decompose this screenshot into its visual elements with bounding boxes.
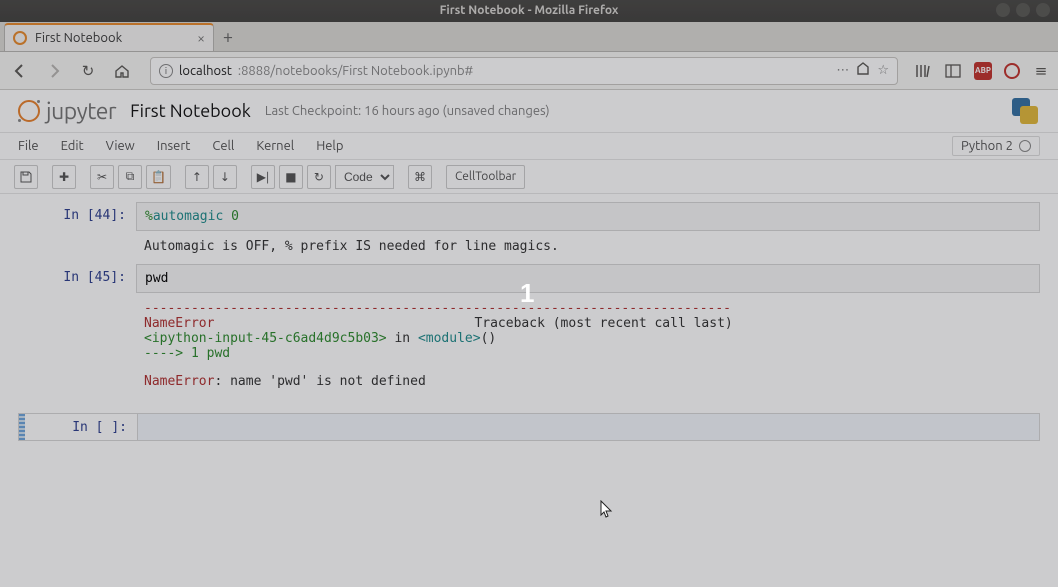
nav-home-button[interactable] <box>110 59 134 83</box>
code-input[interactable] <box>137 414 1039 440</box>
url-host: localhost <box>179 64 232 78</box>
traceback-line: <ipython-input-45-c6ad4d9c5b03> in <modu… <box>144 331 1040 346</box>
sidebar-icon[interactable] <box>944 62 962 80</box>
traceback-line: NameError: name 'pwd' is not defined <box>144 374 1040 389</box>
output-text: Automagic is OFF, % prefix IS needed for… <box>144 239 1040 254</box>
cell-type-select[interactable]: Code <box>335 165 394 189</box>
notebook-name[interactable]: First Notebook <box>130 101 251 121</box>
notebook-header: jupyter First Notebook Last Checkpoint: … <box>0 90 1058 132</box>
url-bar[interactable]: i localhost :8888/notebooks/First Noteboo… <box>150 57 898 85</box>
notebook-cells-area[interactable]: In [44]: %automagic 0 Automagic is OFF, … <box>0 194 1058 587</box>
cell-output: Automagic is OFF, % prefix IS needed for… <box>136 231 1040 260</box>
python-logo-icon <box>1010 96 1040 126</box>
notebook-toolbar: ✚ ✂ ⧉ 📋 ↑ ↓ ▶| ■ ↻ Code ⌘ CellToolbar <box>0 160 1058 194</box>
url-path: :8888/notebooks/First Notebook.ipynb# <box>238 64 473 78</box>
cell-output-error: ----------------------------------------… <box>136 293 1040 395</box>
menu-file[interactable]: File <box>18 139 39 153</box>
library-icon[interactable] <box>914 62 932 80</box>
kernel-status-icon <box>1019 140 1031 152</box>
jupyter-logo[interactable]: jupyter <box>18 99 116 124</box>
kernel-name: Python 2 <box>961 139 1013 153</box>
run-button[interactable]: ▶| <box>251 165 275 189</box>
tab-close-icon[interactable]: × <box>197 30 205 46</box>
window-title-bar: First Notebook - Mozilla Firefox <box>0 0 1058 22</box>
extension-icon[interactable] <box>1004 63 1020 79</box>
tab-title: First Notebook <box>35 31 189 45</box>
browser-tab-active[interactable]: First Notebook × <box>4 23 214 51</box>
insert-cell-button[interactable]: ✚ <box>52 165 76 189</box>
nav-forward-button[interactable] <box>42 59 66 83</box>
browser-navbar: ↻ i localhost :8888/notebooks/First Noteb… <box>0 52 1058 90</box>
jupyter-logo-text: jupyter <box>46 99 116 124</box>
traceback-line: ----> 1 pwd <box>144 346 1040 361</box>
interrupt-button[interactable]: ■ <box>279 165 303 189</box>
bookmark-star-icon[interactable]: ☆ <box>877 63 889 78</box>
page-actions-icon[interactable]: ⋯ <box>836 63 849 78</box>
code-cell[interactable]: In [44]: %automagic 0 Automagic is OFF, … <box>18 202 1040 260</box>
new-tab-button[interactable]: + <box>214 23 242 51</box>
page-content: jupyter First Notebook Last Checkpoint: … <box>0 90 1058 587</box>
cut-button[interactable]: ✂ <box>90 165 114 189</box>
checkpoint-status: Last Checkpoint: 16 hours ago (unsaved c… <box>265 104 550 118</box>
code-input[interactable]: %automagic 0 <box>136 202 1040 231</box>
menu-insert[interactable]: Insert <box>157 139 191 153</box>
window-title: First Notebook - Mozilla Firefox <box>440 4 619 17</box>
code-cell-selected[interactable]: In [ ]: <box>18 413 1040 441</box>
browser-tabstrip: First Notebook × + <box>0 22 1058 52</box>
window-minimize-button[interactable] <box>996 3 1010 17</box>
input-prompt: In [44]: <box>18 202 136 260</box>
move-down-button[interactable]: ↓ <box>213 165 237 189</box>
menu-edit[interactable]: Edit <box>61 139 84 153</box>
save-button[interactable] <box>14 165 38 189</box>
code-input[interactable]: pwd <box>136 264 1040 293</box>
code-cell[interactable]: In [45]: pwd ---------------------------… <box>18 264 1040 395</box>
site-info-icon[interactable]: i <box>159 64 173 78</box>
menu-cell[interactable]: Cell <box>212 139 234 153</box>
nav-back-button[interactable] <box>8 59 32 83</box>
move-up-button[interactable]: ↑ <box>185 165 209 189</box>
window-close-button[interactable] <box>1036 3 1050 17</box>
input-prompt: In [ ]: <box>25 414 137 440</box>
paste-button[interactable]: 📋 <box>146 165 171 189</box>
traceback-line: NameErrorTraceback (most recent call las… <box>144 316 1040 331</box>
menu-help[interactable]: Help <box>316 139 343 153</box>
reader-mode-icon[interactable] <box>855 61 871 80</box>
command-palette-button[interactable]: ⌘ <box>408 165 432 189</box>
hamburger-menu-icon[interactable]: ≡ <box>1032 62 1050 80</box>
jupyter-logo-icon <box>18 100 40 122</box>
celltoolbar-button[interactable]: CellToolbar <box>446 165 525 189</box>
adblock-icon[interactable]: ABP <box>974 62 992 80</box>
restart-button[interactable]: ↻ <box>307 165 331 189</box>
menu-kernel[interactable]: Kernel <box>256 139 294 153</box>
input-prompt: In [45]: <box>18 264 136 395</box>
notebook-menubar: File Edit View Insert Cell Kernel Help P… <box>0 132 1058 160</box>
copy-button[interactable]: ⧉ <box>118 165 142 189</box>
traceback-line: ----------------------------------------… <box>144 301 1040 316</box>
window-maximize-button[interactable] <box>1016 3 1030 17</box>
menu-view[interactable]: View <box>106 139 135 153</box>
jupyter-favicon-icon <box>13 31 27 45</box>
kernel-indicator[interactable]: Python 2 <box>952 136 1040 156</box>
nav-reload-button[interactable]: ↻ <box>76 59 100 83</box>
